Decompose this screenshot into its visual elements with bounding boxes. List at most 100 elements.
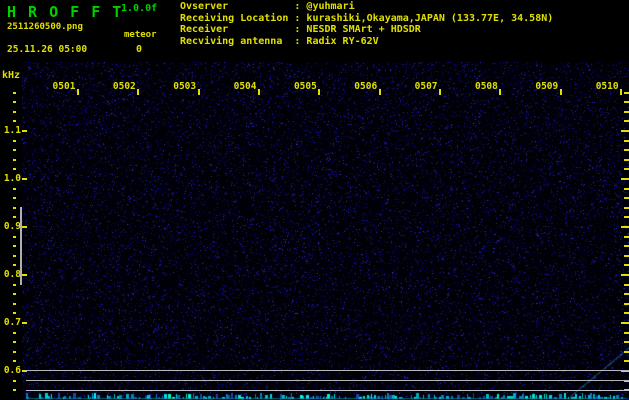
time-tick-label: 0501 <box>52 81 76 92</box>
capture-timestamp: 25.11.26 05:00 <box>7 44 88 55</box>
freq-minor-tick-right <box>624 245 629 248</box>
app-title: H R O F F T <box>7 3 123 21</box>
freq-minor-tick <box>13 264 16 267</box>
freq-minor-tick-right <box>624 283 629 286</box>
freq-minor-tick <box>13 149 16 152</box>
freq-major-tick <box>22 130 27 132</box>
freq-minor-tick-right <box>624 120 629 123</box>
freq-axis-unit-label: kHz <box>2 70 21 81</box>
time-tick-label: 0507 <box>414 81 438 92</box>
freq-minor-tick <box>13 158 16 161</box>
freq-tick-label: 0.6 <box>3 365 21 376</box>
time-tick-mark <box>318 89 321 95</box>
freq-major-tick-right <box>621 226 629 228</box>
freq-major-tick-right <box>621 322 629 324</box>
freq-minor-tick <box>13 235 16 238</box>
freq-minor-tick-right <box>624 264 629 267</box>
app-version: 1.0.0f <box>121 3 158 14</box>
freq-tick-label: 0.9 <box>3 221 21 232</box>
freq-minor-tick-right <box>624 312 629 315</box>
freq-minor-tick-right <box>624 101 629 104</box>
freq-minor-tick <box>13 139 16 142</box>
observation-separator: : <box>294 24 307 36</box>
observation-row: Receiving Location: kurashiki,Okayama,JA… <box>180 13 553 25</box>
observation-label: Receiving Location <box>180 12 289 24</box>
freq-major-tick <box>22 274 27 276</box>
freq-minor-tick <box>13 389 16 392</box>
time-tick-mark <box>77 89 79 95</box>
capture-filename: 2511260500.png <box>7 22 83 32</box>
freq-minor-tick-right <box>624 110 629 113</box>
freq-minor-tick <box>13 206 16 209</box>
time-tick-label: 0504 <box>233 81 257 92</box>
meteor-count-value: 0 <box>136 44 143 55</box>
time-tick-mark <box>499 89 502 95</box>
freq-minor-tick <box>13 254 16 257</box>
time-tick-label: 0510 <box>595 81 619 92</box>
level-scale-bar <box>20 207 22 285</box>
time-tick-mark <box>137 89 140 95</box>
time-tick-mark <box>258 89 261 95</box>
freq-minor-tick-right <box>624 139 629 142</box>
observation-separator: : <box>294 12 307 24</box>
freq-minor-tick <box>13 91 16 94</box>
freq-minor-tick <box>13 216 16 219</box>
freq-minor-tick <box>13 168 16 171</box>
freq-major-tick <box>22 178 27 180</box>
freq-minor-tick <box>13 110 16 113</box>
freq-minor-tick <box>13 360 16 363</box>
observation-separator: : <box>294 36 307 48</box>
freq-minor-tick <box>13 283 16 286</box>
freq-minor-tick <box>13 341 16 344</box>
freq-minor-tick-right <box>624 302 629 305</box>
meteor-count-label: meteor <box>124 30 157 40</box>
carrier-line <box>26 390 629 391</box>
freq-tick-label: 0.8 <box>3 269 21 280</box>
freq-minor-tick-right <box>624 158 629 161</box>
observation-value: @yuhmari <box>306 1 355 12</box>
freq-minor-tick <box>13 350 16 353</box>
time-tick-label: 0502 <box>112 81 136 92</box>
carrier-line <box>26 370 629 371</box>
freq-tick-label: 1.0 <box>3 173 21 184</box>
freq-tick-label: 0.7 <box>3 317 21 328</box>
time-tick-label: 0506 <box>354 81 378 92</box>
freq-minor-tick-right <box>624 235 629 238</box>
time-tick-label: 0509 <box>535 81 559 92</box>
time-tick-mark <box>378 89 381 95</box>
freq-minor-tick <box>13 120 16 123</box>
freq-minor-tick-right <box>624 341 629 344</box>
carrier-line <box>26 380 629 381</box>
freq-minor-tick-right <box>624 206 629 209</box>
freq-minor-tick-right <box>624 149 629 152</box>
freq-minor-tick <box>13 187 16 190</box>
freq-minor-tick-right <box>624 197 629 200</box>
observation-row: Ovserver: @yuhmari <box>180 1 553 13</box>
freq-minor-tick-right <box>624 293 629 296</box>
time-tick-label: 0503 <box>173 81 197 92</box>
freq-minor-tick-right <box>624 350 629 353</box>
time-tick-label: 0508 <box>474 81 498 92</box>
observation-label: Receiver <box>180 24 229 36</box>
freq-major-tick <box>22 322 27 324</box>
time-tick-mark <box>197 89 200 95</box>
freq-minor-tick-right <box>624 187 629 190</box>
freq-minor-tick <box>13 312 16 315</box>
observation-label: Ovserver <box>180 1 229 12</box>
time-tick-mark <box>559 89 562 95</box>
freq-minor-tick <box>13 331 16 334</box>
freq-minor-tick <box>13 197 16 200</box>
time-tick-mark <box>439 89 442 95</box>
hrofft-screen: H R O F F T 1.0.0f 2511260500.png meteor… <box>0 0 629 400</box>
time-tick-label: 0505 <box>293 81 317 92</box>
time-tick-mark <box>620 89 623 95</box>
freq-tick-label: 1.1 <box>3 125 21 136</box>
freq-minor-tick <box>13 379 16 382</box>
freq-minor-tick-right <box>624 331 629 334</box>
freq-minor-tick-right <box>624 216 629 219</box>
freq-minor-tick-right <box>624 168 629 171</box>
freq-major-tick-right <box>621 178 629 180</box>
observation-row: Recviving antenna: Radix RY-62V <box>180 36 553 48</box>
freq-minor-tick-right <box>624 360 629 363</box>
freq-minor-tick <box>13 293 16 296</box>
